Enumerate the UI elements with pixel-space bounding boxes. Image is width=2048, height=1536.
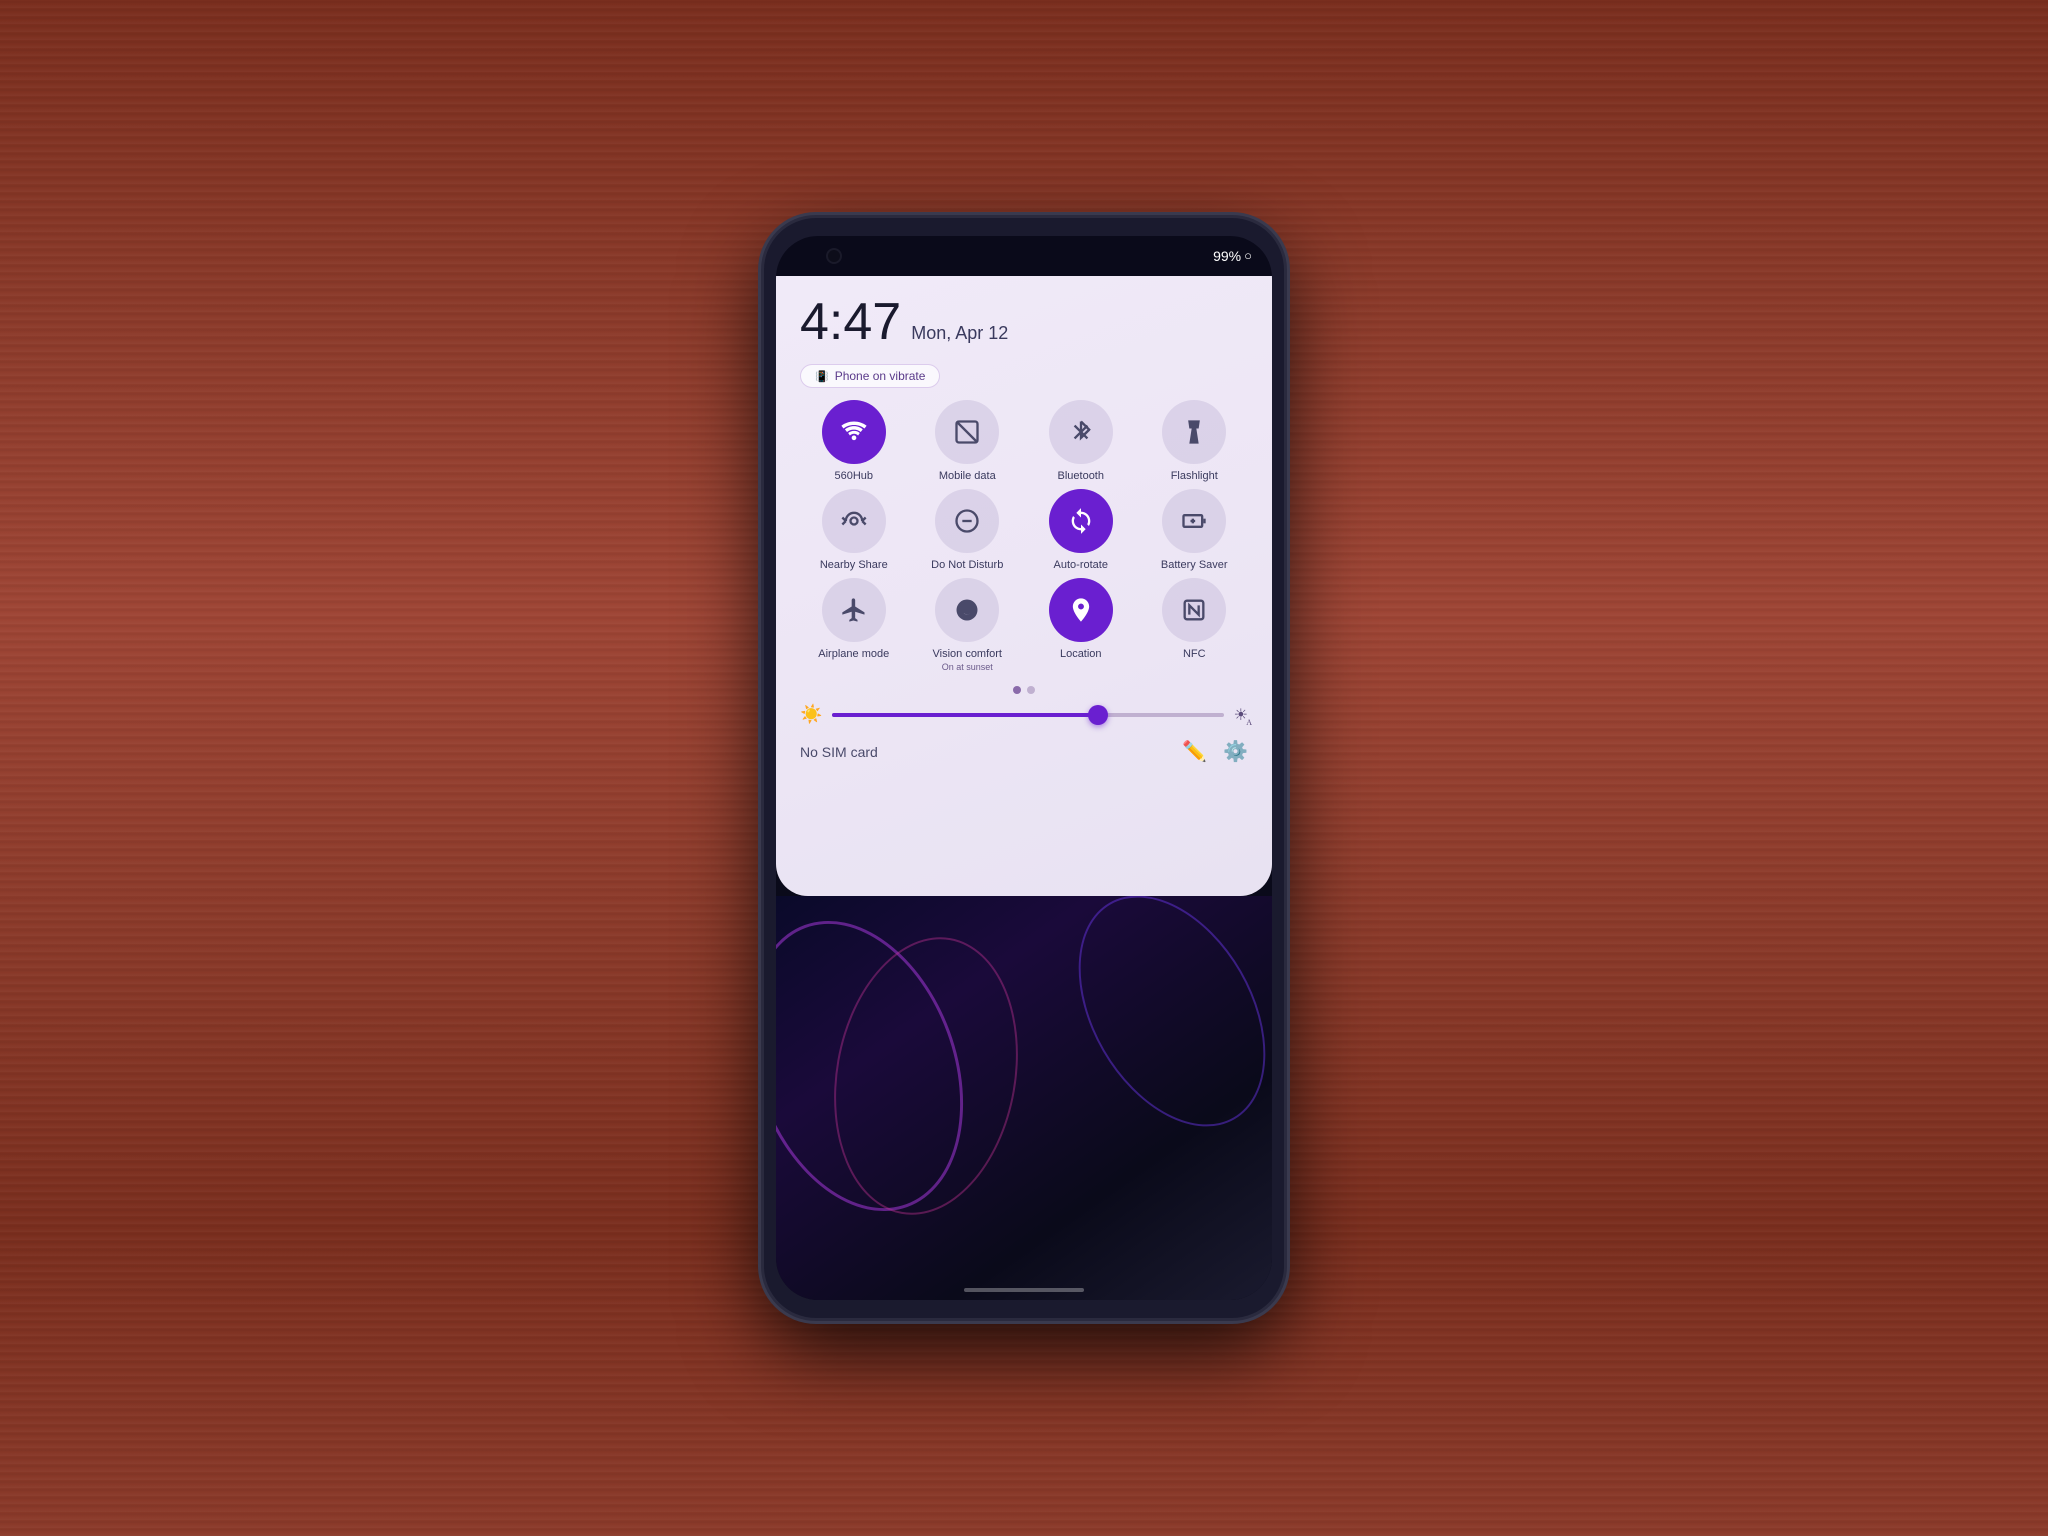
brightness-row: ☀️ ☀ A [800,704,1248,725]
tile-dnd-label: Do Not Disturb [931,559,1003,572]
tile-location[interactable]: Location [1027,578,1135,672]
tile-dnd[interactable]: Do Not Disturb [914,489,1022,572]
tile-560hub-icon [822,400,886,464]
edit-button[interactable]: ✏️ [1182,739,1207,764]
camera-hole [826,248,842,264]
tile-vision-comfort-label: Vision comfort [933,648,1003,661]
tile-airplane-icon [822,578,886,642]
bottom-row: No SIM card ✏️ ⚙️ [800,739,1248,764]
tile-auto-rotate-label: Auto-rotate [1054,559,1108,572]
tile-vision-comfort-sublabel: On at sunset [942,662,993,673]
tile-mobile-data-icon [935,400,999,464]
brightness-min-icon: ☀️ [800,704,822,725]
tile-mobile-data[interactable]: Mobile data [914,400,1022,483]
tile-flashlight[interactable]: Flashlight [1141,400,1249,483]
settings-button[interactable]: ⚙️ [1223,739,1248,764]
tile-auto-rotate-icon [1049,489,1113,553]
tile-flashlight-label: Flashlight [1171,470,1218,483]
tile-auto-rotate[interactable]: Auto-rotate [1027,489,1135,572]
tile-battery-saver-label: Battery Saver [1161,559,1228,572]
wallpaper-section [776,896,1272,1300]
tile-bluetooth[interactable]: Bluetooth [1027,400,1135,483]
tile-nfc-icon [1162,578,1226,642]
tile-nearby-share[interactable]: Nearby Share [800,489,908,572]
brightness-fill [832,713,1098,717]
page-dots [800,686,1248,694]
tile-nfc-label: NFC [1183,648,1206,661]
home-indicator[interactable] [964,1288,1084,1292]
status-bar: 99% ○ [776,236,1272,276]
tile-nfc[interactable]: NFC [1141,578,1249,672]
time-section: 4:47 Mon, Apr 12 [800,296,1248,348]
vibrate-icon: 📳 [815,370,829,383]
tile-nearby-share-label: Nearby Share [820,559,888,572]
phone-device: 99% ○ 4:47 Mon, Apr 12 📳 Phone on vibrat… [764,218,1284,1318]
bottom-icons: ✏️ ⚙️ [1182,739,1248,764]
sim-status: No SIM card [800,744,878,760]
battery-icon: ○ [1244,248,1252,264]
battery-level: 99% [1213,248,1241,264]
tile-vision-comfort[interactable]: Vision comfort On at sunset [914,578,1022,672]
brightness-slider[interactable] [832,713,1223,717]
page-dot-1 [1013,686,1021,694]
tile-location-label: Location [1060,648,1102,661]
page-dot-2 [1027,686,1035,694]
tile-bluetooth-icon [1049,400,1113,464]
tile-location-icon [1049,578,1113,642]
tile-nearby-share-icon [822,489,886,553]
brightness-thumb[interactable] [1088,705,1108,725]
quick-tiles-grid: 560Hub Mobile data [800,400,1248,672]
vibrate-label: Phone on vibrate [835,369,926,383]
tile-battery-saver[interactable]: Battery Saver [1141,489,1249,572]
tile-flashlight-icon [1162,400,1226,464]
tile-airplane-label: Airplane mode [818,648,889,661]
tile-mobile-data-label: Mobile data [939,470,996,483]
notification-panel: 4:47 Mon, Apr 12 📳 Phone on vibrate [776,276,1272,896]
tile-560hub[interactable]: 560Hub [800,400,908,483]
tile-bluetooth-label: Bluetooth [1058,470,1104,483]
tile-airplane[interactable]: Airplane mode [800,578,908,672]
brightness-auto-icon: ☀ A [1234,705,1248,725]
date-display: Mon, Apr 12 [911,323,1008,344]
tile-dnd-icon [935,489,999,553]
time-display: 4:47 [800,296,901,348]
tile-vision-comfort-icon [935,578,999,642]
tile-560hub-label: 560Hub [834,470,873,483]
tile-battery-saver-icon [1162,489,1226,553]
vibrate-pill[interactable]: 📳 Phone on vibrate [800,364,940,388]
wallpaper-curve-3 [1040,896,1272,1159]
phone-screen: 99% ○ 4:47 Mon, Apr 12 📳 Phone on vibrat… [776,236,1272,1300]
